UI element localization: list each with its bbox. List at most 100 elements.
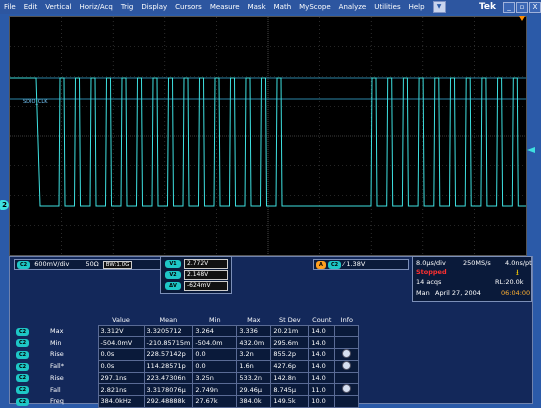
brand-logo: Tek	[478, 2, 496, 12]
measurement-label: Freq	[50, 397, 64, 406]
menu-measure[interactable]: Measure	[206, 3, 244, 11]
measurement-count: 14.0	[308, 336, 336, 349]
measurement-mean: 3.3178076μ	[143, 383, 194, 397]
menu-edit[interactable]: Edit	[20, 3, 42, 11]
measurement-stdev: 20.21m	[270, 324, 310, 338]
trigger-slope-icon: ⁄	[343, 260, 345, 268]
menu-mask[interactable]: Mask	[244, 3, 270, 11]
measurement-row[interactable]: C2 Max 3.312V 3.3205712 3.264 3.336 20.21m 14.0	[14, 324, 360, 338]
column-header: Max	[247, 315, 261, 324]
acquisition-mode: Man	[416, 289, 430, 297]
source-chip: C2	[16, 386, 30, 395]
channel-readout[interactable]: C2 600mV/div 50Ω BW:1.0G	[14, 259, 162, 270]
measurement-count: 14.0	[308, 324, 336, 338]
info-icon[interactable]	[342, 360, 352, 370]
info-cell	[334, 347, 360, 361]
acquisition-status: Stopped	[416, 268, 447, 276]
measurement-mean: 3.3205712	[143, 324, 194, 338]
measurement-label: Rise	[50, 350, 64, 359]
measurement-stdev: 295.6m	[270, 336, 310, 349]
measurement-mean: -210.85715m	[143, 336, 194, 349]
trigger-level: 1.38V	[346, 260, 366, 268]
menu-analyze[interactable]: Analyze	[335, 3, 371, 11]
measurement-count: 11.0	[308, 383, 336, 397]
bw-value: 1.0G	[116, 262, 130, 268]
measurement-stdev: 427.6p	[270, 359, 310, 373]
cursor-chip: ΔV	[165, 281, 181, 290]
menu-help[interactable]: Help	[405, 3, 429, 11]
channel-2-ground-marker[interactable]: 2	[0, 200, 9, 210]
cursor-value: 2.772V	[184, 258, 228, 269]
cursor-readout[interactable]: V1 2.772V V2 2.148V ΔV -624mV	[160, 256, 232, 294]
record-length: RL:20.0k	[495, 278, 524, 286]
menu-display[interactable]: Display	[137, 3, 171, 11]
menu-myscope[interactable]: MyScope	[295, 3, 335, 11]
acquisition-time: 06:04:00	[501, 289, 531, 297]
menu-math[interactable]: Math	[270, 3, 296, 11]
measurement-min: 3.264	[192, 324, 238, 338]
close-button[interactable]: X	[529, 2, 541, 13]
measurement-row[interactable]: C2 Min -504.0mV -210.85715m -504.0m 432.0m 295…	[14, 336, 360, 349]
measurement-value: -504.0mV	[97, 336, 145, 349]
info-cell	[334, 383, 360, 397]
source-cell: C2	[14, 384, 48, 396]
waveform-display[interactable]: SDIO_CLK	[9, 16, 527, 256]
column-header	[14, 314, 48, 326]
source-cell: C2	[14, 372, 48, 383]
measurement-row[interactable]: C2 Rise 0.0s 228.57142p 0.0 3.2n 855.2p 14.0	[14, 347, 360, 361]
measurement-value: 384.0kHz	[97, 395, 145, 408]
cursor-row: V2 2.148V	[165, 269, 228, 280]
source-cell: C2	[14, 360, 48, 372]
measurement-label: Fall*	[50, 362, 64, 371]
measurement-stdev: 855.2p	[270, 347, 310, 361]
trigger-a-chip: A	[316, 261, 326, 269]
column-header: Min	[209, 315, 221, 324]
measurement-row[interactable]: C2 Freq 384.0kHz 292.48888k 27.67k 384.0k 149.…	[14, 395, 360, 408]
measurement-value: 0.0s	[97, 359, 145, 373]
menu-file[interactable]: File	[0, 3, 20, 11]
cursor-row: V1 2.772V	[165, 258, 228, 269]
measurement-min: 0.0	[192, 347, 238, 361]
menu-horizacq[interactable]: Horiz/Acq	[75, 3, 116, 11]
measurement-value: 297.1ns	[97, 371, 145, 385]
maximize-button[interactable]: ▫	[516, 2, 528, 13]
acquisition-readout[interactable]: 8.0μs/div 250MS/s 4.0ns/pt Stopped ⭳ 14 …	[412, 256, 532, 302]
measurement-min: -504.0m	[192, 336, 238, 349]
measurement-label: Fall	[50, 385, 61, 394]
waveform-graticule	[10, 17, 526, 255]
measurement-max: 533.2n	[236, 371, 272, 385]
trigger-channel-chip: C2	[327, 261, 342, 269]
info-icon[interactable]	[342, 348, 352, 358]
menu-vertical[interactable]: Vertical	[41, 3, 75, 11]
info-icon[interactable]	[342, 384, 352, 394]
measurement-label: Min	[50, 338, 62, 347]
menu-cursors[interactable]: Cursors	[171, 3, 206, 11]
menu-bar: File Edit Vertical Horiz/Acq Trig Display Curs…	[0, 0, 541, 14]
source-chip: C2	[16, 374, 30, 383]
measurement-value: 3.312V	[97, 324, 145, 338]
trigger-readout[interactable]: A C2 ⁄ 1.38V	[313, 259, 409, 270]
menu-utilities[interactable]: Utilities	[370, 3, 404, 11]
measurement-max: 384.0k	[236, 395, 272, 408]
measurement-row[interactable]: C2 Rise 297.1ns 223.47306n 3.25n 533.2n 142.8n…	[14, 371, 360, 385]
column-header	[48, 314, 98, 326]
minimize-button[interactable]: _	[503, 2, 515, 13]
cursor-row: ΔV -624mV	[165, 280, 228, 291]
info-cell	[334, 324, 360, 338]
impedance-value: 50Ω	[85, 260, 99, 268]
info-cell	[334, 395, 360, 408]
column-header: Mean	[159, 315, 178, 324]
measurement-max: 29.46μ	[236, 383, 272, 397]
info-cell	[334, 371, 360, 385]
measurement-row[interactable]: C2 Fall* 0.0s 114.28571p 0.0 1.6n 427.6p 14.0	[14, 359, 360, 373]
column-header: St Dev	[279, 315, 301, 324]
column-header: Count	[312, 315, 332, 324]
measurement-row[interactable]: C2 Fall 2.821ns 3.3178076μ 2.749n 29.46μ 8.745…	[14, 383, 360, 397]
menu-dropdown-icon[interactable]: ▼	[432, 1, 446, 13]
menu-trig[interactable]: Trig	[117, 3, 138, 11]
trigger-level-arrow-icon[interactable]	[527, 147, 535, 153]
measurement-min: 0.0	[192, 359, 238, 373]
trigger-position-marker-icon[interactable]	[519, 16, 525, 21]
cursor-value: 2.148V	[184, 269, 228, 280]
measurement-stdev: 142.8n	[270, 371, 310, 385]
